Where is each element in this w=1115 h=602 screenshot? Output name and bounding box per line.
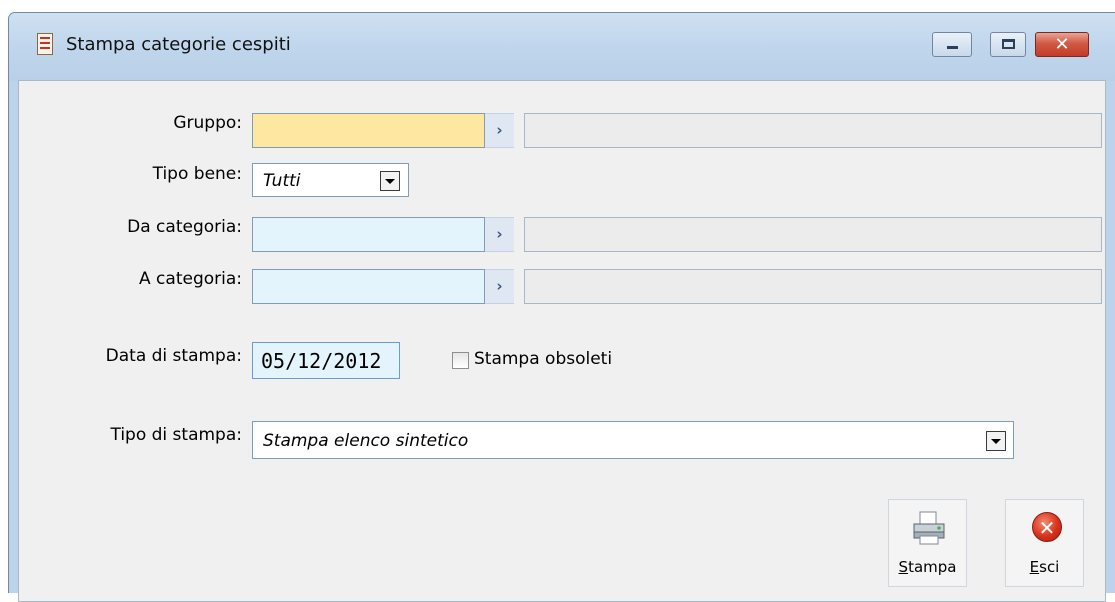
- window-title: Stampa categorie cespiti: [66, 34, 291, 55]
- minimize-icon: [947, 46, 958, 49]
- a-categoria-label: A categoria:: [139, 269, 242, 289]
- tipo-stampa-select[interactable]: Stampa elenco sintetico: [252, 421, 1014, 459]
- report-icon: [37, 33, 53, 55]
- gruppo-description: [524, 113, 1102, 148]
- gruppo-zoom-button[interactable]: ›: [485, 113, 514, 148]
- esci-button[interactable]: ✕ Esci: [1005, 499, 1084, 587]
- exit-icon: ✕: [1032, 512, 1062, 542]
- gruppo-label: Gruppo:: [173, 113, 242, 133]
- data-stampa-field[interactable]: 05/12/2012: [252, 342, 400, 379]
- a-categoria-description: [524, 269, 1102, 304]
- printer-icon: [913, 511, 945, 545]
- tipo-bene-value: Tutti: [263, 171, 301, 191]
- tipo-bene-label: Tipo bene:: [152, 164, 242, 184]
- tipo-bene-select[interactable]: Tutti: [252, 163, 409, 197]
- stampa-obsoleti-checkbox[interactable]: [452, 352, 469, 369]
- chevron-down-icon[interactable]: [986, 431, 1006, 451]
- stampa-button[interactable]: Stampa: [888, 499, 967, 587]
- stampa-obsoleti-label[interactable]: Stampa obsoleti: [474, 349, 612, 369]
- form-area: Gruppo: › Tipo bene: Tutti Da categoria:…: [18, 80, 1106, 602]
- title-bar[interactable]: Stampa categorie cespiti ✕: [9, 13, 1115, 81]
- stampa-button-label: Stampa: [898, 558, 957, 576]
- da-categoria-description: [524, 217, 1102, 252]
- dialog-window: Stampa categorie cespiti ✕ Gruppo: › Tip…: [8, 12, 1115, 602]
- minimize-button[interactable]: [932, 32, 972, 57]
- gruppo-field[interactable]: [252, 113, 485, 148]
- da-categoria-field[interactable]: [252, 217, 485, 252]
- da-categoria-zoom-button[interactable]: ›: [485, 217, 514, 252]
- close-icon: ✕: [1054, 34, 1070, 55]
- a-categoria-field[interactable]: [252, 269, 485, 304]
- tipo-stampa-label: Tipo di stampa:: [110, 425, 242, 445]
- chevron-down-icon[interactable]: [380, 171, 400, 191]
- tipo-stampa-value: Stampa elenco sintetico: [263, 431, 469, 451]
- maximize-icon: [1002, 39, 1015, 49]
- data-stampa-label: Data di stampa:: [105, 346, 242, 366]
- close-button[interactable]: ✕: [1035, 32, 1089, 57]
- da-categoria-label: Da categoria:: [127, 217, 242, 237]
- maximize-button[interactable]: [990, 32, 1026, 57]
- a-categoria-zoom-button[interactable]: ›: [485, 269, 514, 304]
- esci-button-label: Esci: [1029, 558, 1060, 576]
